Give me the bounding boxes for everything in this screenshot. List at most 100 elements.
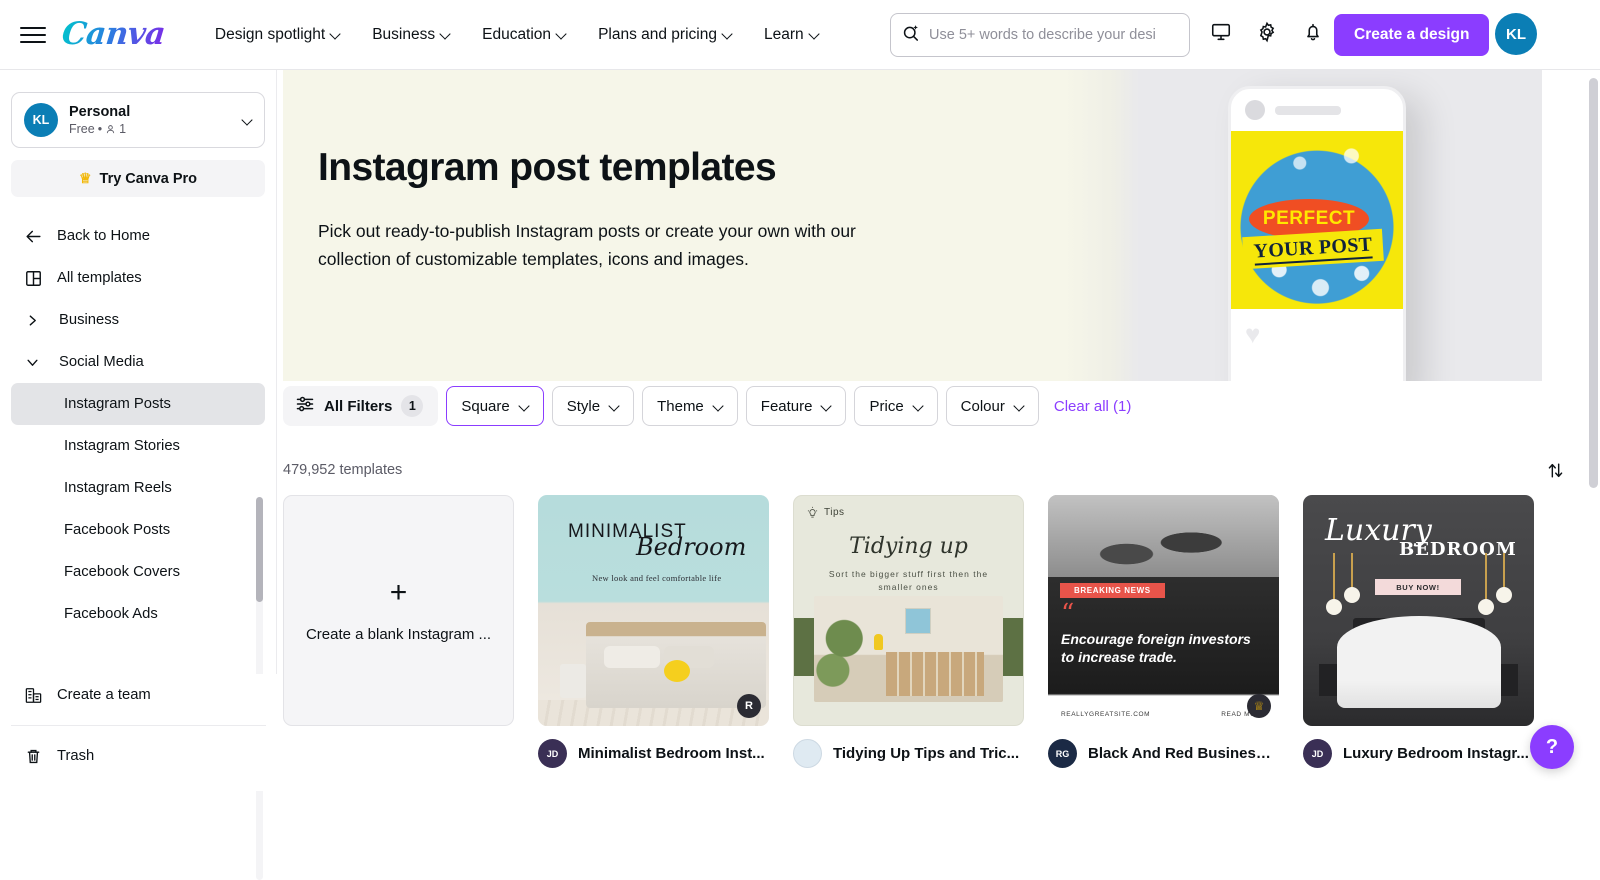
chevron-down-icon: [331, 30, 340, 39]
card-caption: RG Black And Red Business ...: [1048, 739, 1279, 768]
card-title[interactable]: Minimalist Bedroom Inst...: [578, 745, 765, 762]
try-canva-pro-button[interactable]: ♕ Try Canva Pro: [11, 160, 265, 197]
account-member-count: 1: [119, 121, 126, 137]
nav-item-education[interactable]: Education: [466, 17, 582, 53]
trash-icon: [23, 746, 43, 766]
card-title[interactable]: Luxury Bedroom Instagr...: [1343, 745, 1529, 762]
create-a-design-button[interactable]: Create a design: [1334, 14, 1489, 56]
filter-chip-colour[interactable]: Colour: [946, 386, 1039, 426]
nav-item-business[interactable]: Business: [356, 17, 466, 53]
user-avatar[interactable]: KL: [1495, 13, 1537, 55]
search-bar[interactable]: [890, 13, 1190, 57]
clear-all-filters-link[interactable]: Clear all (1): [1054, 398, 1132, 415]
pro-crown-badge: ♕: [1247, 694, 1271, 718]
sidebar-item-facebook-ads[interactable]: Facebook Ads: [11, 593, 265, 635]
nav-item-plans-and-pricing[interactable]: Plans and pricing: [582, 17, 748, 53]
card-title[interactable]: Tidying Up Tips and Tric...: [833, 745, 1019, 762]
filter-chip-style[interactable]: Style: [552, 386, 634, 426]
sidebar-bottom: Create a team Trash: [0, 674, 277, 791]
filter-chip-price[interactable]: Price: [854, 386, 937, 426]
phone-username-placeholder: [1275, 106, 1341, 115]
thumb-art-lamp-bulb: [1478, 599, 1494, 615]
lightbulb-icon: [806, 506, 819, 519]
bell-icon[interactable]: [1294, 13, 1332, 51]
filter-chip-feature[interactable]: Feature: [746, 386, 847, 426]
phone-post-line2: YOUR POST: [1253, 233, 1373, 265]
sidebar-group-label: Social Media: [59, 354, 144, 370]
gear-icon[interactable]: [1248, 13, 1286, 51]
arrow-left-icon: [23, 226, 43, 246]
template-card[interactable]: MINIMALIST Bedroom New look and feel com…: [538, 495, 769, 768]
chevron-down-icon: [441, 30, 450, 39]
display-icon[interactable]: [1202, 13, 1240, 51]
results-summary-row: 479,952 templates: [283, 453, 1572, 487]
sidebar-item-create-a-team[interactable]: Create a team: [11, 674, 266, 716]
sidebar-item-label: Instagram Reels: [64, 480, 172, 496]
chevron-right-icon: [23, 314, 41, 327]
sidebar-item-label: Instagram Posts: [64, 396, 171, 412]
page-description: Pick out ready-to-publish Instagram post…: [318, 217, 878, 273]
sidebar-item-instagram-posts[interactable]: Instagram Posts: [11, 383, 265, 425]
template-grid: + Create a blank Instagram ... MINIMALIS…: [277, 495, 1534, 768]
sidebar-item-back-to-home[interactable]: Back to Home: [11, 215, 265, 257]
canva-logo[interactable]: Canva: [60, 19, 166, 50]
sidebar-item-facebook-covers[interactable]: Facebook Covers: [11, 551, 265, 593]
template-thumbnail[interactable]: Tips Tidying up Sort the bigger stuff fi…: [793, 495, 1024, 726]
help-button[interactable]: ?: [1530, 725, 1574, 769]
search-input[interactable]: [929, 27, 1179, 43]
thumb-art-heading: Tidying up: [794, 534, 1023, 559]
chevron-down-icon: [557, 30, 566, 39]
template-thumbnail[interactable]: MINIMALIST Bedroom New look and feel com…: [538, 495, 769, 726]
filter-chip-square[interactable]: Square: [446, 386, 543, 426]
thumb-art-cta: BUY NOW!: [1375, 579, 1461, 595]
sidebar-item-label: Facebook Posts: [64, 522, 170, 538]
template-card[interactable]: + Create a blank Instagram ...: [283, 495, 514, 768]
main-content: Instagram post templates Pick out ready-…: [277, 70, 1600, 791]
create-blank-design-tile[interactable]: + Create a blank Instagram ...: [283, 495, 514, 726]
chip-label: Theme: [657, 398, 704, 415]
sidebar-item-label: Create a team: [57, 687, 151, 703]
nav-item-design-spotlight[interactable]: Design spotlight: [199, 17, 356, 53]
chevron-down-icon: [520, 402, 529, 411]
account-name: Personal: [69, 103, 243, 121]
hero-banner: Instagram post templates Pick out ready-…: [283, 70, 1542, 381]
sidebar-item-instagram-reels[interactable]: Instagram Reels: [11, 467, 265, 509]
chip-label: Square: [461, 398, 509, 415]
thumb-art-breaking-tag: BREAKING NEWS: [1060, 583, 1165, 598]
thumb-art-lamp-bulb: [1496, 587, 1512, 603]
sidebar-scroll-thumb[interactable]: [256, 497, 263, 602]
hamburger-icon[interactable]: [20, 25, 46, 45]
thumb-art-tips-label: Tips: [824, 507, 845, 518]
thumb-art-photo: [1048, 495, 1279, 577]
chip-label: Price: [869, 398, 903, 415]
template-card[interactable]: Tips Tidying up Sort the bigger stuff fi…: [793, 495, 1024, 768]
template-count: 479,952 templates: [283, 462, 402, 478]
bottom-edge: [0, 782, 1600, 791]
sort-updown-icon[interactable]: [1538, 453, 1572, 487]
sidebar-item-label: All templates: [57, 270, 142, 286]
sidebar: KL Personal Free • 1 ♕ Try Canva Pro: [0, 70, 277, 791]
template-thumbnail[interactable]: BREAKING NEWS “ Encourage foreign invest…: [1048, 495, 1279, 726]
thumb-art-vase: [874, 634, 883, 650]
template-card[interactable]: Luxury BEDROOM BUY NOW! JD: [1303, 495, 1534, 768]
chip-label: Style: [567, 398, 600, 415]
sidebar-group-business[interactable]: Business: [11, 299, 265, 341]
thumb-art-lamp-cord: [1351, 553, 1353, 589]
all-filters-button[interactable]: All Filters 1: [283, 386, 438, 426]
page-scroll-thumb[interactable]: [1589, 78, 1598, 488]
filter-chip-theme[interactable]: Theme: [642, 386, 738, 426]
sidebar-item-all-templates[interactable]: All templates: [11, 257, 265, 299]
template-thumbnail[interactable]: Luxury BEDROOM BUY NOW!: [1303, 495, 1534, 726]
card-caption: JD Luxury Bedroom Instagr...: [1303, 739, 1534, 768]
account-meta: Free • 1: [69, 121, 243, 137]
sidebar-group-social-media[interactable]: Social Media: [11, 341, 265, 383]
template-card[interactable]: BREAKING NEWS “ Encourage foreign invest…: [1048, 495, 1279, 768]
account-switcher[interactable]: KL Personal Free • 1: [11, 92, 265, 148]
sidebar-item-trash[interactable]: Trash: [11, 735, 266, 777]
sidebar-item-facebook-posts[interactable]: Facebook Posts: [11, 509, 265, 551]
sidebar-item-instagram-stories[interactable]: Instagram Stories: [11, 425, 265, 467]
avatar: RG: [1048, 739, 1077, 768]
avatar: [793, 739, 822, 768]
nav-item-learn[interactable]: Learn: [748, 17, 835, 53]
card-title[interactable]: Black And Red Business ...: [1088, 745, 1279, 762]
